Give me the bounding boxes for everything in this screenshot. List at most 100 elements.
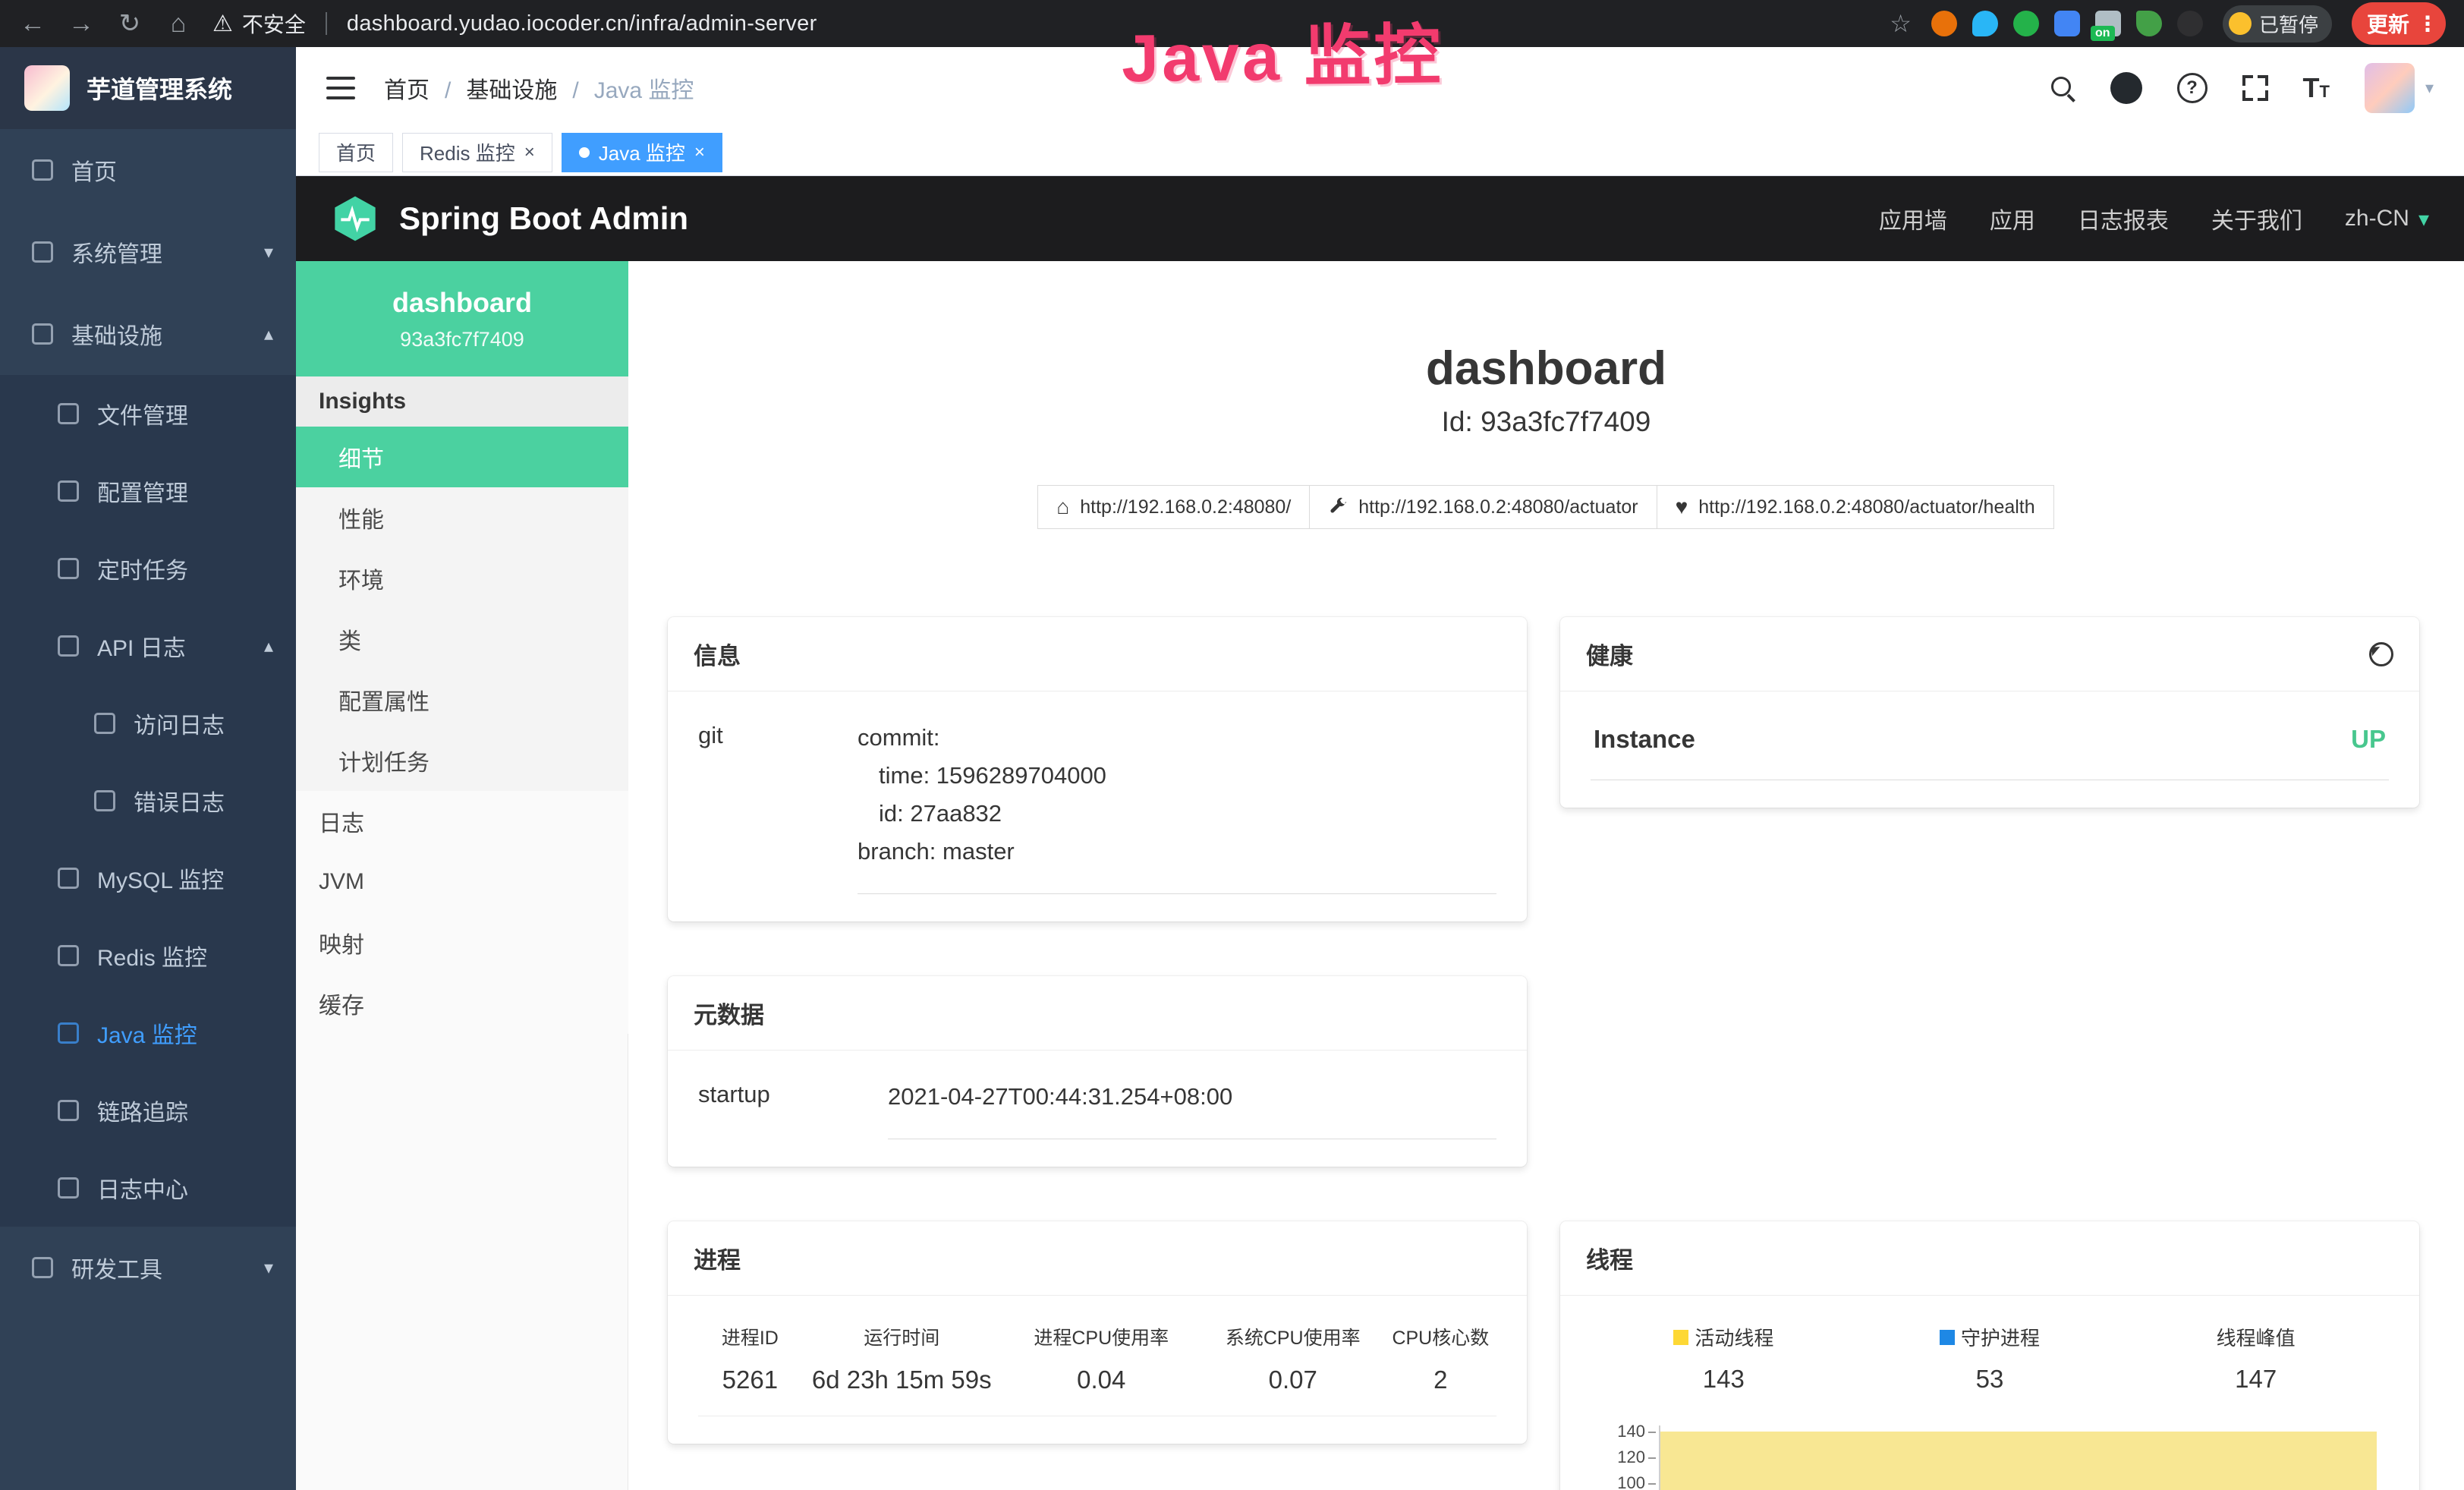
health-url-link[interactable]: ♥ http://192.168.0.2:48080/actuator/heal… xyxy=(1657,485,2054,529)
sidebar-item-system-mgmt[interactable]: 系统管理 ▾ xyxy=(0,211,296,293)
tab-label: Redis 监控 xyxy=(420,138,515,166)
process-col-header: 进程ID xyxy=(698,1323,802,1366)
bookmark-star-icon[interactable]: ☆ xyxy=(1890,9,1912,38)
sba-locale-select[interactable]: zh-CN ▾ xyxy=(2345,206,2429,232)
sidebar-item-scheduled-jobs[interactable]: 定时任务 xyxy=(0,530,296,607)
app-logo[interactable]: 芋道管理系统 xyxy=(0,47,296,129)
browser-menu-icon[interactable]: ⋮ xyxy=(2417,11,2438,36)
insights-item-classes[interactable]: 类 xyxy=(296,609,628,669)
system-cpu-value: 0.07 xyxy=(1201,1366,1385,1416)
git-time-line: time: 1596289704000 xyxy=(858,762,1106,789)
sba-nav-wallboard[interactable]: 应用墙 xyxy=(1879,202,1947,235)
tag-tab-bar: 首页 Redis 监控 × Java 监控 × xyxy=(296,129,2464,176)
git-commit-line: commit: xyxy=(858,724,940,751)
github-icon[interactable] xyxy=(2110,72,2142,104)
insights-item-environment[interactable]: 环境 xyxy=(296,548,628,609)
daemon-threads-value: 53 xyxy=(1857,1365,2123,1394)
instance-app-block[interactable]: dashboard 93a3fc7f7409 xyxy=(296,261,628,376)
instance-sidebar: dashboard 93a3fc7f7409 Insights 细节 性能 环境… xyxy=(296,261,628,1490)
security-label: 不安全 xyxy=(242,8,306,39)
process-col-header: CPU核心数 xyxy=(1385,1323,1496,1366)
instance-item-mappings[interactable]: 映射 xyxy=(296,912,628,973)
health-instance-row[interactable]: Instance UP xyxy=(1591,719,2389,780)
puzzle-extension-icon[interactable] xyxy=(2177,11,2203,36)
sidebar-item-api-log[interactable]: API 日志 ▴ xyxy=(0,607,296,685)
home-icon[interactable]: ⌂ xyxy=(164,9,193,39)
user-menu[interactable]: ▾ xyxy=(2365,63,2434,113)
live-threads-value: 143 xyxy=(1591,1365,1857,1394)
mail-extension-icon[interactable]: on xyxy=(2095,11,2121,36)
reload-icon[interactable]: ↻ xyxy=(115,8,144,39)
insights-item-scheduled-tasks[interactable]: 计划任务 xyxy=(296,730,628,791)
sidebar-item-error-log[interactable]: 错误日志 xyxy=(0,762,296,840)
legend-peak-threads: 线程峰值 147 xyxy=(2123,1323,2389,1394)
insights-item-config-props[interactable]: 配置属性 xyxy=(296,669,628,730)
sidebar-item-dev-tools[interactable]: 研发工具 ▾ xyxy=(0,1227,296,1309)
drop-extension-icon[interactable] xyxy=(1972,11,1998,36)
sidebar-item-tracing[interactable]: 链路追踪 xyxy=(0,1072,296,1149)
tab-home[interactable]: 首页 xyxy=(319,133,393,172)
tab-java-monitor[interactable]: Java 监控 × xyxy=(562,133,722,172)
insights-submenu: 细节 性能 环境 类 配置属性 计划任务 xyxy=(296,427,628,791)
process-card: 进程 进程ID 运行时间 进程CPU使用率 系统CPU使用率 CPU核心数 52… xyxy=(668,1221,1527,1444)
sidebar-item-log-center[interactable]: 日志中心 xyxy=(0,1149,296,1227)
insights-group-header[interactable]: Insights xyxy=(296,376,628,427)
sidebar-item-home[interactable]: 首页 xyxy=(0,129,296,211)
threads-card: 线程 活动线程 143 xyxy=(1560,1221,2419,1490)
chevron-down-icon: ▾ xyxy=(2418,206,2429,232)
main-content: dashboard Id: 93a3fc7f7409 ⌂ http://192.… xyxy=(628,261,2464,1490)
forward-icon[interactable]: → xyxy=(67,9,96,39)
sidebar-item-access-log[interactable]: 访问日志 xyxy=(0,685,296,762)
close-icon[interactable]: × xyxy=(524,142,535,163)
sba-nav-applications[interactable]: 应用 xyxy=(1990,202,2035,235)
breadcrumb-java-monitor: Java 监控 xyxy=(594,71,694,105)
green-circle-extension-icon[interactable] xyxy=(2013,11,2039,36)
site-security-chip[interactable]: ⚠ 不安全 xyxy=(212,8,306,39)
font-size-icon[interactable]: T T xyxy=(2303,72,2330,104)
close-icon[interactable]: × xyxy=(694,142,705,163)
sidebar-item-java-monitor[interactable]: Java 监控 xyxy=(0,994,296,1072)
sba-nav-journal[interactable]: 日志报表 xyxy=(2078,202,2169,235)
sba-brand-title[interactable]: Spring Boot Admin xyxy=(399,200,688,237)
startup-value: 2021-04-27T00:44:31.254+08:00 xyxy=(888,1083,1232,1110)
history-icon[interactable] xyxy=(2369,642,2393,666)
insights-item-metrics[interactable]: 性能 xyxy=(296,487,628,548)
error-log-icon xyxy=(94,790,115,811)
breadcrumb-home[interactable]: 首页 xyxy=(384,71,466,105)
back-icon[interactable]: ← xyxy=(18,9,47,39)
fox-extension-icon[interactable] xyxy=(1931,11,1957,36)
instance-item-logs[interactable]: 日志 xyxy=(296,791,628,852)
help-icon[interactable]: ? xyxy=(2177,73,2208,103)
app-sidebar: 芋道管理系统 首页 系统管理 ▾ 基础设施 ▴ 文件管理 配置管理 xyxy=(0,47,296,1490)
metadata-card-body: startup 2021-04-27T00:44:31.254+08:00 xyxy=(668,1051,1527,1167)
sidebar-item-label: 日志中心 xyxy=(97,1171,188,1205)
insights-item-details[interactable]: 细节 xyxy=(296,427,628,487)
instance-item-caches[interactable]: 缓存 xyxy=(296,973,628,1034)
tab-redis-monitor[interactable]: Redis 监控 × xyxy=(402,133,552,172)
sidebar-item-redis-monitor[interactable]: Redis 监控 xyxy=(0,917,296,994)
breadcrumb-infrastructure[interactable]: 基础设施 xyxy=(466,71,593,105)
sidebar-item-file-mgmt[interactable]: 文件管理 xyxy=(0,375,296,452)
grid-extension-icon[interactable] xyxy=(2054,11,2080,36)
sidebar-item-config-mgmt[interactable]: 配置管理 xyxy=(0,452,296,530)
sidebar-item-mysql-monitor[interactable]: MySQL 监控 xyxy=(0,840,296,917)
update-button[interactable]: 更新 ⋮ xyxy=(2352,2,2446,45)
on-badge: on xyxy=(2091,26,2115,41)
search-icon[interactable] xyxy=(2050,75,2075,101)
actuator-url-link[interactable]: http://192.168.0.2:48080/actuator xyxy=(1309,485,1657,529)
instance-item-jvm[interactable]: JVM xyxy=(296,852,628,912)
locale-label: zh-CN xyxy=(2345,206,2409,232)
address-url[interactable]: dashboard.yudao.iocoder.cn/infra/admin-s… xyxy=(347,11,817,36)
legend-label: 线程峰值 xyxy=(2217,1323,2296,1351)
paused-badge[interactable]: 已暂停 xyxy=(2223,5,2332,43)
leaf-extension-icon[interactable] xyxy=(2136,11,2162,36)
sba-nav-about[interactable]: 关于我们 xyxy=(2211,202,2302,235)
service-url-link[interactable]: ⌂ http://192.168.0.2:48080/ xyxy=(1037,485,1310,529)
sba-navbar: Spring Boot Admin 应用墙 应用 日志报表 关于我们 zh-CN… xyxy=(296,176,2464,261)
card-title: 信息 xyxy=(694,637,741,671)
trace-icon xyxy=(58,1100,79,1121)
fullscreen-icon[interactable] xyxy=(2242,75,2268,101)
sidebar-item-label: MySQL 监控 xyxy=(97,862,224,895)
sidebar-item-infrastructure[interactable]: 基础设施 ▴ xyxy=(0,293,296,375)
collapse-menu-icon[interactable] xyxy=(326,77,355,99)
